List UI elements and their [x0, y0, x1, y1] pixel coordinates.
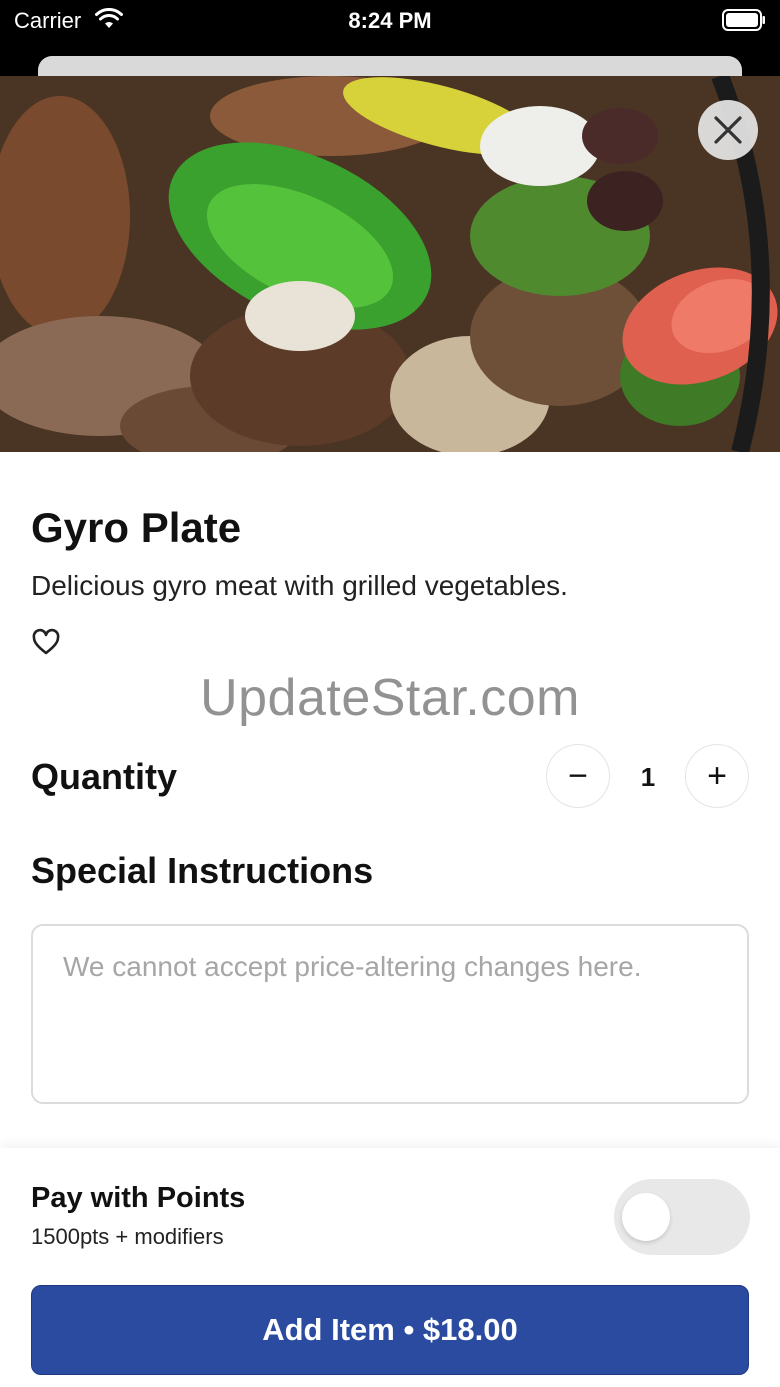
item-description: Delicious gyro meat with grilled vegetab… [31, 570, 568, 601]
checkout-footer: Pay with Points 1500pts + modifiers Add … [0, 1148, 780, 1387]
close-icon [714, 116, 742, 144]
close-button[interactable] [698, 100, 758, 160]
status-time: 8:24 PM [348, 8, 432, 33]
status-bar: Carrier 8:24 PM [0, 0, 780, 44]
food-photo [0, 76, 780, 452]
increase-quantity-button[interactable]: + [685, 744, 749, 808]
special-instructions-label: Special Instructions [31, 850, 374, 891]
toggle-knob [622, 1193, 670, 1241]
battery-icon [722, 9, 765, 31]
item-title: Gyro Plate [31, 504, 242, 551]
minus-icon: − [568, 756, 588, 795]
pay-with-points-subtitle: 1500pts + modifiers [31, 1224, 224, 1249]
heart-icon[interactable] [31, 628, 61, 656]
item-sheet: Gyro Plate Delicious gyro meat with gril… [0, 76, 780, 1387]
plus-icon: + [707, 756, 727, 795]
quantity-label: Quantity [31, 756, 178, 797]
add-item-button[interactable]: Add Item • $18.00 [31, 1285, 749, 1375]
special-instructions-input[interactable] [31, 924, 749, 1104]
pay-with-points-title: Pay with Points [31, 1182, 246, 1214]
pay-with-points-toggle[interactable] [614, 1179, 750, 1255]
decrease-quantity-button[interactable]: − [546, 744, 610, 808]
watermark: UpdateStar.com [200, 669, 580, 727]
quantity-value: 1 [640, 762, 656, 792]
